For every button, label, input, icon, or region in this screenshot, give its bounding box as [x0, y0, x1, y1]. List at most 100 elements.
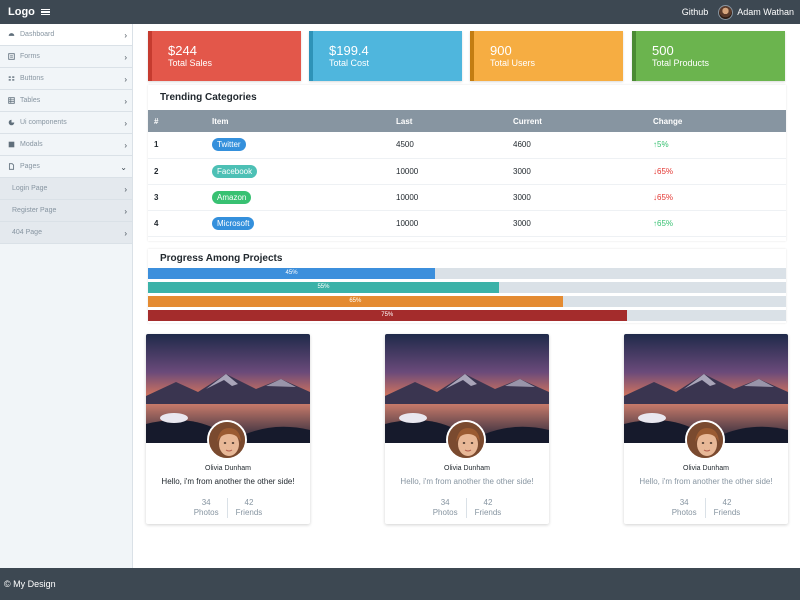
chevron-right-icon: ›	[124, 185, 127, 194]
sidebar-item-modals[interactable]: Modals ›	[0, 134, 132, 156]
profile-avatar[interactable]	[446, 420, 486, 460]
profile-avatar[interactable]	[685, 420, 725, 460]
row-current: 4600	[507, 132, 647, 158]
sidebar-subitem-register-page[interactable]: Register Page ›	[0, 200, 132, 222]
sidebar-item-forms[interactable]: Forms ›	[0, 46, 132, 68]
stat-label: Total Sales	[168, 58, 212, 68]
top-navbar: Logo Github Adam Wathan	[0, 0, 800, 24]
buttons-icon	[8, 75, 15, 82]
column-header: Item	[206, 110, 390, 132]
sidebar-subitem-label: Login Page	[12, 185, 47, 192]
chevron-right-icon: ›	[124, 53, 127, 62]
progress-panel: Progress Among Projects 45%55%65%75%	[148, 249, 786, 323]
photos-count: 34	[433, 498, 458, 508]
sidebar-item-pages[interactable]: Pages ⌄	[0, 156, 132, 178]
stat-value: $199.4	[329, 43, 369, 58]
sidebar: Dashboard › Forms › Buttons › Tables › U…	[0, 24, 133, 568]
photos-stat: 34Photos	[425, 498, 466, 518]
sidebar-item-label: Dashboard	[20, 31, 54, 38]
table-row: 4Microsoft100003000↑65%	[148, 210, 786, 236]
sidebar-item-dashboard[interactable]: Dashboard ›	[0, 24, 132, 46]
friends-stat: 42Friends	[705, 498, 749, 518]
chevron-right-icon: ›	[124, 207, 127, 216]
progress-fill: 45%	[148, 268, 435, 279]
row-change: ↑65%	[647, 210, 786, 236]
row-change: ↑5%	[647, 132, 786, 158]
stat-value: 900	[490, 43, 512, 58]
dashboard-icon	[8, 31, 15, 38]
pages-icon	[8, 163, 15, 170]
change-value: 65%	[657, 193, 673, 202]
photos-count: 34	[672, 498, 697, 508]
progress-bar: 75%	[148, 310, 786, 321]
profile-name: Olivia Dunham	[146, 465, 310, 472]
item-badge[interactable]: Twitter	[212, 138, 246, 151]
stat-value: $244	[168, 43, 197, 58]
row-current: 3000	[507, 184, 647, 210]
sidebar-subitem-label: 404 Page	[12, 229, 42, 236]
sidebar-item-label: Modals	[20, 141, 43, 148]
change-value: 5%	[657, 140, 669, 149]
column-header: #	[148, 110, 206, 132]
row-last: 10000	[390, 184, 507, 210]
profile-avatar[interactable]	[207, 420, 247, 460]
top-right-nav: Github Adam Wathan	[682, 5, 794, 20]
sidebar-subitem-404-page[interactable]: 404 Page ›	[0, 222, 132, 244]
friends-label: Friends	[475, 508, 502, 518]
column-header: Change	[647, 110, 786, 132]
table-header-row: # Item Last Current Change	[148, 110, 786, 132]
chevron-right-icon: ›	[124, 31, 127, 40]
trending-categories-panel: Trending Categories # Item Last Current …	[148, 85, 786, 241]
github-link[interactable]: Github	[682, 7, 709, 17]
row-current: 3000	[507, 158, 647, 184]
sidebar-item-label: Pages	[20, 163, 40, 170]
table-row: 3 Amazon 100003000↓65%	[148, 184, 786, 210]
item-badge[interactable]: Microsoft	[212, 217, 254, 230]
logo[interactable]: Logo	[8, 6, 35, 18]
friends-count: 42	[475, 498, 502, 508]
profile-card: Olivia Dunham Hello, i'm from another th…	[624, 334, 788, 524]
row-item: Facebook	[206, 158, 390, 184]
trending-table: # Item Last Current Change 1Twitter45004…	[148, 110, 786, 237]
panel-title: Trending Categories	[148, 85, 786, 110]
sidebar-item-label: Ui components	[20, 119, 67, 126]
sidebar-item-tables[interactable]: Tables ›	[0, 90, 132, 112]
item-badge[interactable]: Facebook	[212, 165, 257, 178]
friends-stat: 42Friends	[466, 498, 510, 518]
row-last: 10000	[390, 210, 507, 236]
stat-card-total-sales: $244 Total Sales	[148, 31, 301, 81]
friends-label: Friends	[714, 508, 741, 518]
chevron-right-icon: ›	[124, 75, 127, 84]
photos-label: Photos	[433, 508, 458, 518]
row-last: 4500	[390, 132, 507, 158]
profile-name: Olivia Dunham	[624, 465, 788, 472]
stat-label: Total Products	[652, 58, 709, 68]
user-avatar[interactable]	[718, 5, 733, 20]
item-badge[interactable]: Amazon	[212, 191, 251, 204]
profile-card: Olivia Dunham Hello, i'm from another th…	[146, 334, 310, 524]
friends-count: 42	[236, 498, 263, 508]
change-value: 65%	[657, 167, 673, 176]
sidebar-item-buttons[interactable]: Buttons ›	[0, 68, 132, 90]
profile-message: Hello, i'm from another the other side!	[146, 477, 310, 486]
profile-message: Hello, i'm from another the other side!	[624, 477, 788, 486]
table-icon	[8, 97, 15, 104]
photos-stat: 34Photos	[186, 498, 227, 518]
progress-bar: 45%	[148, 268, 786, 279]
hamburger-menu-icon[interactable]	[41, 9, 50, 16]
column-header: Last	[390, 110, 507, 132]
progress-fill: 55%	[148, 282, 499, 293]
row-number: 3	[148, 184, 206, 210]
row-change: ↓65%	[647, 184, 786, 210]
modal-icon	[8, 141, 15, 148]
change-value: 65%	[657, 219, 673, 228]
stat-label: Total Users	[490, 58, 535, 68]
panel-title: Progress Among Projects	[148, 249, 786, 268]
photos-label: Photos	[194, 508, 219, 518]
row-item: Twitter	[206, 132, 390, 158]
sidebar-subitem-login-page[interactable]: Login Page ›	[0, 178, 132, 200]
row-last: 10000	[390, 158, 507, 184]
user-name[interactable]: Adam Wathan	[737, 7, 794, 17]
sidebar-item-label: Buttons	[20, 75, 44, 82]
sidebar-item-ui-components[interactable]: Ui components ›	[0, 112, 132, 134]
